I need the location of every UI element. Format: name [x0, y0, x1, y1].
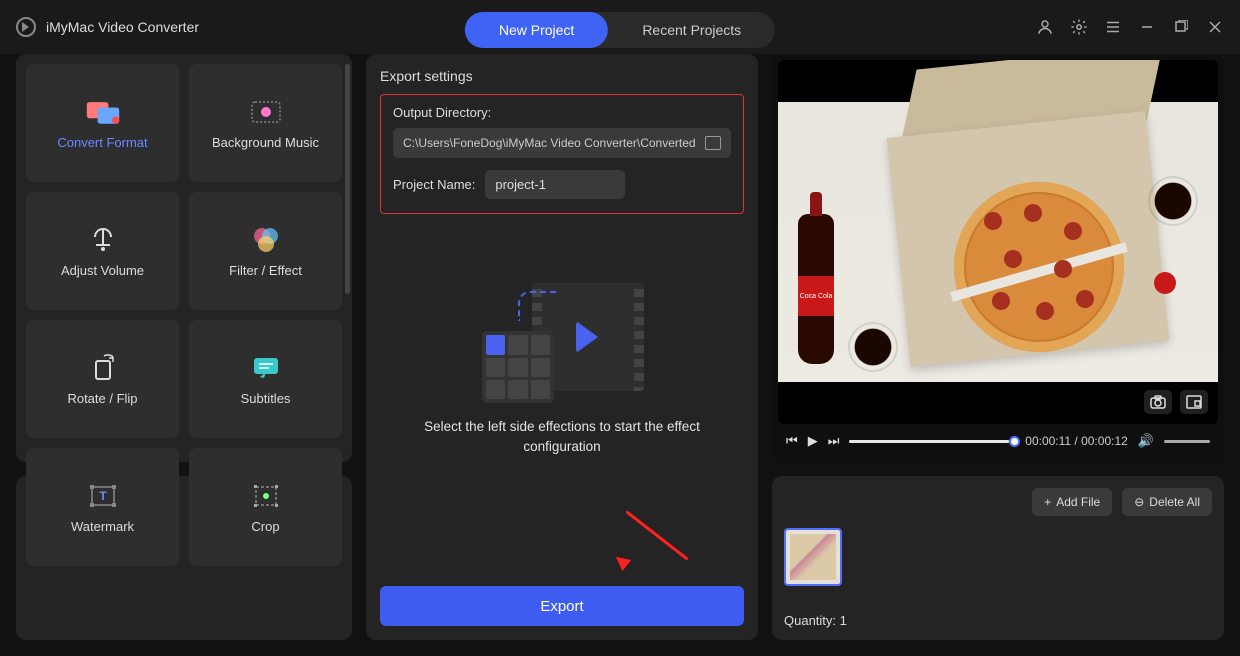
project-tabs: New Project Recent Projects [465, 12, 775, 48]
watermark-icon: T [85, 481, 121, 511]
output-directory-label: Output Directory: [393, 105, 731, 120]
maximize-icon[interactable] [1172, 18, 1190, 36]
filter-effect-icon [248, 225, 284, 255]
tools-grid: Convert Format Background Music Adjust V… [16, 54, 352, 462]
quantity-label: Quantity: 1 [784, 607, 1212, 628]
tab-new-project[interactable]: New Project [465, 12, 608, 48]
export-button[interactable]: Export [380, 586, 744, 626]
tool-subtitles[interactable]: Subtitles [189, 320, 342, 438]
snapshot-icon[interactable] [1144, 390, 1172, 414]
play-icon[interactable]: ▶ [808, 433, 818, 449]
video-preview[interactable]: Coca Cola [778, 60, 1218, 424]
settings-icon[interactable] [1070, 18, 1088, 36]
tool-label: Convert Format [57, 135, 147, 150]
seek-bar[interactable] [849, 440, 1015, 443]
tool-adjust-volume[interactable]: Adjust Volume [26, 192, 179, 310]
player-controls: ⏮ ▶ ⏭ 00:00:11 / 00:00:12 🔊 [778, 424, 1218, 458]
rotate-flip-icon [85, 353, 121, 383]
export-instructions: Select the left side effections to start… [380, 417, 744, 456]
export-placeholder-visual: Select the left side effections to start… [380, 214, 744, 526]
background-music-icon [248, 97, 284, 127]
play-glyph-icon [576, 321, 614, 353]
tool-label: Adjust Volume [61, 263, 144, 278]
delete-all-button[interactable]: ⊖Delete All [1122, 488, 1212, 516]
window-controls [1036, 18, 1224, 36]
tool-background-music[interactable]: Background Music [189, 64, 342, 182]
menu-icon[interactable] [1104, 18, 1122, 36]
close-icon[interactable] [1206, 18, 1224, 36]
tool-rotate-flip[interactable]: Rotate / Flip [26, 320, 179, 438]
file-thumbnail[interactable] [784, 528, 842, 586]
output-directory-value: C:\Users\FoneDog\iMyMac Video Converter\… [403, 136, 697, 150]
app-title: iMyMac Video Converter [46, 19, 199, 35]
volume-bar[interactable] [1164, 440, 1210, 443]
account-icon[interactable] [1036, 18, 1054, 36]
adjust-volume-icon [85, 225, 121, 255]
volume-icon[interactable]: 🔊 [1138, 433, 1154, 449]
tool-label: Filter / Effect [229, 263, 302, 278]
svg-text:T: T [99, 489, 107, 503]
project-name-label: Project Name: [393, 177, 475, 192]
tool-label: Watermark [71, 519, 134, 534]
next-icon[interactable]: ⏭ [828, 433, 840, 449]
tool-convert-format[interactable]: Convert Format [26, 64, 179, 182]
preview-panel: Coca Cola ⏮ ▶ ⏭ 00:00:11 / 00:00:12 🔊 [772, 54, 1224, 464]
time-display: 00:00:11 / 00:00:12 [1025, 434, 1128, 448]
browse-folder-icon[interactable] [705, 136, 721, 150]
tool-label: Subtitles [241, 391, 291, 406]
convert-format-icon [85, 97, 121, 127]
export-panel: Export settings Output Directory: C:\Use… [366, 54, 758, 640]
tool-crop[interactable]: Crop [189, 448, 342, 566]
tool-label: Rotate / Flip [67, 391, 137, 406]
files-panel: +Add File ⊖Delete All Quantity: 1 [772, 476, 1224, 640]
minimize-icon[interactable] [1138, 18, 1156, 36]
add-file-button[interactable]: +Add File [1032, 488, 1112, 516]
tools-scrollbar[interactable] [345, 64, 350, 294]
output-directory-field[interactable]: C:\Users\FoneDog\iMyMac Video Converter\… [393, 128, 731, 158]
export-settings-highlight: Output Directory: C:\Users\FoneDog\iMyMa… [380, 94, 744, 214]
tool-watermark[interactable]: T Watermark [26, 448, 179, 566]
fullscreen-icon[interactable] [1180, 390, 1208, 414]
app-logo-icon [16, 17, 36, 37]
tool-label: Crop [251, 519, 279, 534]
annotation-arrow [380, 526, 744, 586]
crop-icon [248, 481, 284, 511]
prev-icon[interactable]: ⏮ [786, 433, 798, 449]
tool-filter-effect[interactable]: Filter / Effect [189, 192, 342, 310]
subtitles-icon [248, 353, 284, 383]
titlebar: iMyMac Video Converter New Project Recen… [0, 0, 1240, 54]
tab-recent-projects[interactable]: Recent Projects [608, 12, 775, 48]
tool-label: Background Music [212, 135, 319, 150]
export-panel-title: Export settings [380, 68, 744, 84]
project-name-input[interactable] [485, 170, 625, 199]
